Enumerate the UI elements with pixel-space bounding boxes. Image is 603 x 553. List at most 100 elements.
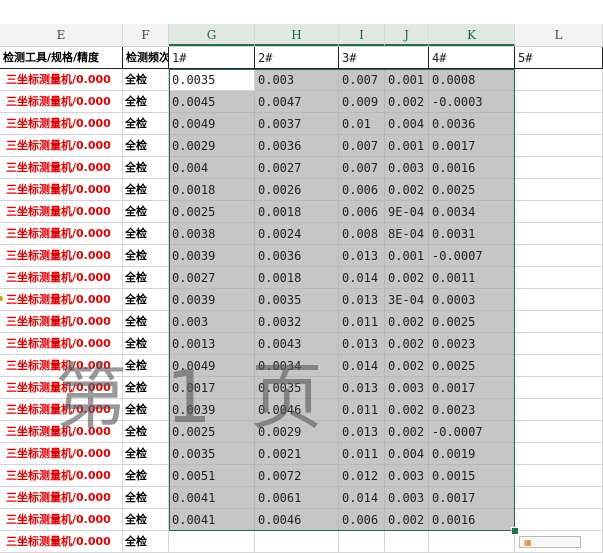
cell-k[interactable]: 0.0025 <box>429 355 515 377</box>
cell-j[interactable]: 0.001 <box>385 245 429 267</box>
cell-tool[interactable]: 三坐标测量机/0.000 <box>0 135 123 157</box>
cell-tool[interactable]: 三坐标测量机/0.000 <box>0 69 123 91</box>
cell-h[interactable]: 0.0035 <box>255 289 339 311</box>
cell-l[interactable] <box>515 91 603 113</box>
cell-j[interactable]: 0.001 <box>385 135 429 157</box>
cell-g[interactable]: 0.0051 <box>169 465 255 487</box>
cell-freq[interactable]: 全检 <box>123 113 169 135</box>
cell-j[interactable]: 0.004 <box>385 113 429 135</box>
cell-h[interactable]: 0.0032 <box>255 311 339 333</box>
cell-l[interactable] <box>515 509 603 531</box>
cell-h[interactable]: 0.0018 <box>255 201 339 223</box>
cell-g[interactable]: 0.0039 <box>169 245 255 267</box>
cell-g[interactable]: 0.0039 <box>169 289 255 311</box>
header-cell-i[interactable]: 3# <box>339 47 429 69</box>
cell-tool[interactable]: 三坐标测量机/0.000 <box>0 377 123 399</box>
cell-i[interactable]: 0.009 <box>339 91 385 113</box>
column-header-g[interactable]: G <box>169 24 255 46</box>
cell-j[interactable]: 0.004 <box>385 443 429 465</box>
cell-j[interactable]: 0.002 <box>385 333 429 355</box>
cell-i[interactable]: 0.011 <box>339 311 385 333</box>
cell-i[interactable] <box>339 531 385 553</box>
cell-tool[interactable]: 三坐标测量机/0.000 <box>0 223 123 245</box>
cell-l[interactable] <box>515 311 603 333</box>
cell-i[interactable]: 0.007 <box>339 69 385 91</box>
cell-freq[interactable]: 全检 <box>123 69 169 91</box>
cell-h[interactable]: 0.0026 <box>255 179 339 201</box>
cell-l[interactable] <box>515 179 603 201</box>
cell-i[interactable]: 0.007 <box>339 157 385 179</box>
cell-l[interactable] <box>515 377 603 399</box>
cell-h[interactable]: 0.003 <box>255 69 339 91</box>
cell-i[interactable]: 0.013 <box>339 333 385 355</box>
cell-j[interactable]: 0.002 <box>385 399 429 421</box>
cell-tool[interactable]: 三坐标测量机/0.000 <box>0 531 123 553</box>
cell-k[interactable]: 0.0011 <box>429 267 515 289</box>
cell-k[interactable]: 0.0016 <box>429 157 515 179</box>
cell-g[interactable]: 0.0017 <box>169 377 255 399</box>
cell-j[interactable]: 0.002 <box>385 91 429 113</box>
cell-tool[interactable]: 三坐标测量机/0.000 <box>0 443 123 465</box>
cell-k[interactable]: 0.0003 <box>429 289 515 311</box>
cell-tool[interactable]: 三坐标测量机/0.000 <box>0 245 123 267</box>
cell-i[interactable]: 0.013 <box>339 421 385 443</box>
cell-i[interactable]: 0.006 <box>339 201 385 223</box>
cell-freq[interactable]: 全检 <box>123 223 169 245</box>
cell-tool[interactable]: 三坐标测量机/0.000 <box>0 157 123 179</box>
cell-tool[interactable]: 三坐标测量机/0.000 <box>0 465 123 487</box>
cell-j[interactable]: 0.002 <box>385 311 429 333</box>
column-header-l[interactable]: L <box>515 24 603 46</box>
cell-i[interactable]: 0.012 <box>339 465 385 487</box>
cell-h[interactable]: 0.0036 <box>255 245 339 267</box>
header-cell-g[interactable]: 1# <box>169 47 255 69</box>
cell-tool[interactable]: 三坐标测量机/0.000 <box>0 333 123 355</box>
column-header-i[interactable]: I <box>339 24 385 46</box>
cell-freq[interactable]: 全检 <box>123 333 169 355</box>
cell-freq[interactable]: 全检 <box>123 443 169 465</box>
cell-j[interactable]: 0.001 <box>385 69 429 91</box>
cell-g[interactable]: 0.0018 <box>169 179 255 201</box>
cell-k[interactable]: -0.0003 <box>429 91 515 113</box>
cell-h[interactable]: 0.0036 <box>255 135 339 157</box>
cell-freq[interactable]: 全检 <box>123 135 169 157</box>
cell-g[interactable]: 0.0035 <box>169 69 255 91</box>
cell-i[interactable]: 0.013 <box>339 289 385 311</box>
cell-k[interactable]: 0.0025 <box>429 311 515 333</box>
cell-g[interactable]: 0.0041 <box>169 509 255 531</box>
column-header-j[interactable]: J <box>385 24 429 46</box>
cell-k[interactable]: 0.0036 <box>429 113 515 135</box>
column-header-k[interactable]: K <box>429 24 515 46</box>
cell-h[interactable]: 0.0027 <box>255 157 339 179</box>
cell-h[interactable]: 0.0034 <box>255 355 339 377</box>
fill-handle[interactable] <box>511 527 519 535</box>
cell-tool[interactable]: 三坐标测量机/0.000 <box>0 355 123 377</box>
cell-g[interactable]: 0.004 <box>169 157 255 179</box>
cell-h[interactable]: 0.0029 <box>255 421 339 443</box>
cell-k[interactable]: 0.0017 <box>429 135 515 157</box>
cell-l[interactable] <box>515 399 603 421</box>
cell-l[interactable] <box>515 267 603 289</box>
cell-k[interactable]: 0.0015 <box>429 465 515 487</box>
cell-i[interactable]: 0.01 <box>339 113 385 135</box>
cell-j[interactable]: 0.002 <box>385 267 429 289</box>
header-cell-l[interactable]: 5# <box>515 47 603 69</box>
column-header-e[interactable]: E <box>0 24 123 46</box>
cell-i[interactable]: 0.006 <box>339 509 385 531</box>
cell-i[interactable]: 0.013 <box>339 377 385 399</box>
cell-h[interactable]: 0.0047 <box>255 91 339 113</box>
cell-g[interactable]: 0.0027 <box>169 267 255 289</box>
cell-g[interactable]: 0.0038 <box>169 223 255 245</box>
cell-j[interactable] <box>385 531 429 553</box>
cell-freq[interactable]: 全检 <box>123 487 169 509</box>
cell-freq[interactable]: 全检 <box>123 399 169 421</box>
header-cell-tool[interactable]: 检测工具/规格/精度 <box>0 47 123 69</box>
cell-freq[interactable]: 全检 <box>123 509 169 531</box>
cell-tool[interactable]: 三坐标测量机/0.000 <box>0 179 123 201</box>
cell-l[interactable] <box>515 201 603 223</box>
cell-tool[interactable]: 三坐标测量机/0.000 <box>0 289 123 311</box>
cell-l[interactable] <box>515 245 603 267</box>
cell-k[interactable]: 0.0023 <box>429 399 515 421</box>
cell-tool[interactable]: 三坐标测量机/0.000 <box>0 113 123 135</box>
cell-j[interactable]: 0.002 <box>385 509 429 531</box>
header-cell-freq[interactable]: 检测频次 <box>123 47 169 69</box>
